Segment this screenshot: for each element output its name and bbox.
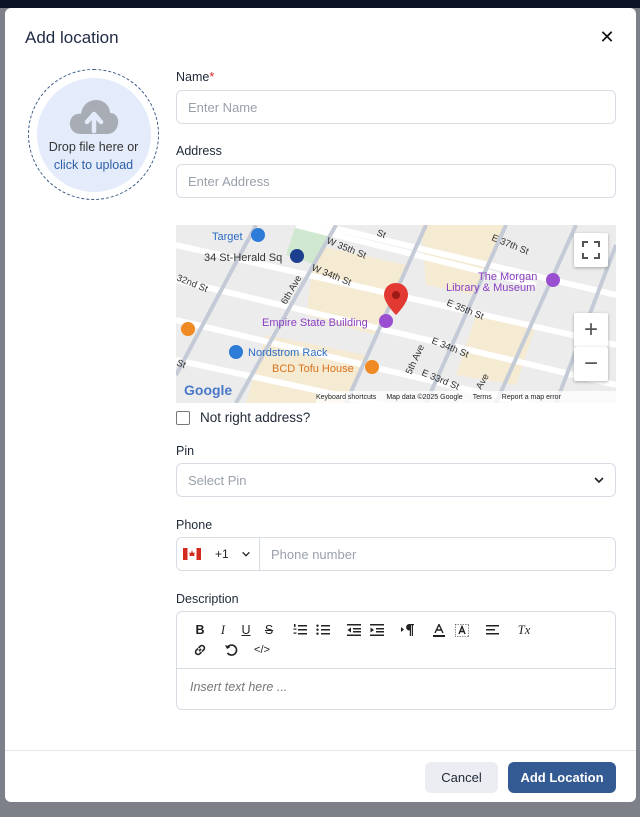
keyboard-shortcuts-link[interactable]: Keyboard shortcuts <box>316 394 376 401</box>
phone-placeholder: Phone number <box>271 546 357 562</box>
cloud-upload-icon <box>69 99 118 134</box>
not-right-address-row[interactable]: Not right address? <box>176 410 310 425</box>
cancel-button[interactable]: Cancel <box>425 762 498 793</box>
text-direction-icon[interactable] <box>397 620 419 640</box>
chevron-down-icon <box>241 551 250 557</box>
name-label-text: Name <box>176 70 210 84</box>
background-color-icon[interactable] <box>451 620 473 640</box>
place-target: Target <box>212 231 243 243</box>
bold-button[interactable]: B <box>189 620 211 640</box>
description-editor: B I U S Tx </> Insert text here ... <box>176 611 616 710</box>
add-location-modal: Add location ✕ Drop file here or click t… <box>5 8 636 802</box>
address-placeholder: Enter Address <box>188 173 270 189</box>
undo-icon[interactable] <box>220 640 242 660</box>
italic-button[interactable]: I <box>212 620 234 640</box>
pin-select[interactable]: Select Pin <box>176 463 616 497</box>
strike-button[interactable]: S <box>258 620 280 640</box>
pin-label: Pin <box>176 444 195 458</box>
country-code: +1 <box>215 547 229 561</box>
place-esb: Empire State Building <box>262 317 368 329</box>
place-bcd-tofu: BCD Tofu House <box>272 363 354 375</box>
place-morgan-2: Library & Museum <box>446 282 535 294</box>
image-upload-dropzone[interactable]: Drop file here or click to upload <box>28 69 159 200</box>
not-right-address-label: Not right address? <box>200 410 311 425</box>
align-icon[interactable] <box>482 620 504 640</box>
pin-placeholder: Select Pin <box>188 472 247 488</box>
code-view-button[interactable]: </> <box>251 640 273 660</box>
place-herald-sq: 34 St-Herald Sq <box>204 252 282 264</box>
chevron-down-icon <box>594 477 604 484</box>
upload-inner: Drop file here or click to upload <box>36 77 151 192</box>
zoom-in-button[interactable]: + <box>574 313 608 347</box>
map-data-credit: Map data ©2025 Google <box>386 393 463 401</box>
modal-title: Add location <box>25 28 119 47</box>
address-input[interactable]: Enter Address <box>176 164 616 198</box>
clear-format-button[interactable]: Tx <box>513 620 535 640</box>
indent-icon[interactable] <box>366 620 388 640</box>
terms-link[interactable]: Terms <box>473 394 492 401</box>
name-label: Name* <box>176 70 214 84</box>
underline-button[interactable]: U <box>235 620 257 640</box>
link-icon[interactable] <box>189 640 211 660</box>
country-code-select[interactable]: +1 <box>177 538 260 570</box>
upload-link[interactable]: click to upload <box>54 158 133 172</box>
canada-flag-icon <box>183 548 201 560</box>
address-label: Address <box>176 144 222 158</box>
editor-toolbar: B I U S Tx </> <box>177 612 615 669</box>
font-color-icon[interactable] <box>428 620 450 640</box>
phone-label: Phone <box>176 518 213 532</box>
map-footer: Keyboard shortcuts Map data ©2025 Google… <box>316 391 616 403</box>
footer-divider <box>5 750 636 751</box>
map-canvas: W 35th St W 34th St E 37th St E 35th St … <box>176 225 616 403</box>
description-label: Description <box>176 592 239 606</box>
google-logo: Google <box>184 382 232 398</box>
name-placeholder: Enter Name <box>188 99 258 115</box>
close-icon[interactable]: ✕ <box>598 28 616 46</box>
upload-hint: Drop file here or <box>48 139 139 154</box>
zoom-out-button[interactable]: − <box>574 347 608 381</box>
report-error-link[interactable]: Report a map error <box>502 394 561 401</box>
bullet-list-icon[interactable] <box>312 620 334 640</box>
not-right-address-checkbox[interactable] <box>176 410 190 425</box>
outdent-icon[interactable] <box>343 620 365 640</box>
map-view[interactable]: W 35th St W 34th St E 37th St E 35th St … <box>176 225 616 403</box>
backdrop-header <box>0 0 640 8</box>
ordered-list-icon[interactable] <box>289 620 311 640</box>
place-nordstrom: Nordstrom Rack <box>248 347 328 359</box>
phone-input[interactable]: +1 Phone number <box>176 537 616 571</box>
required-mark: * <box>209 70 215 84</box>
description-text-area[interactable]: Insert text here ... <box>177 669 615 705</box>
fullscreen-icon[interactable] <box>574 233 608 267</box>
add-location-button[interactable]: Add Location <box>508 762 616 793</box>
name-input[interactable]: Enter Name <box>176 90 616 124</box>
